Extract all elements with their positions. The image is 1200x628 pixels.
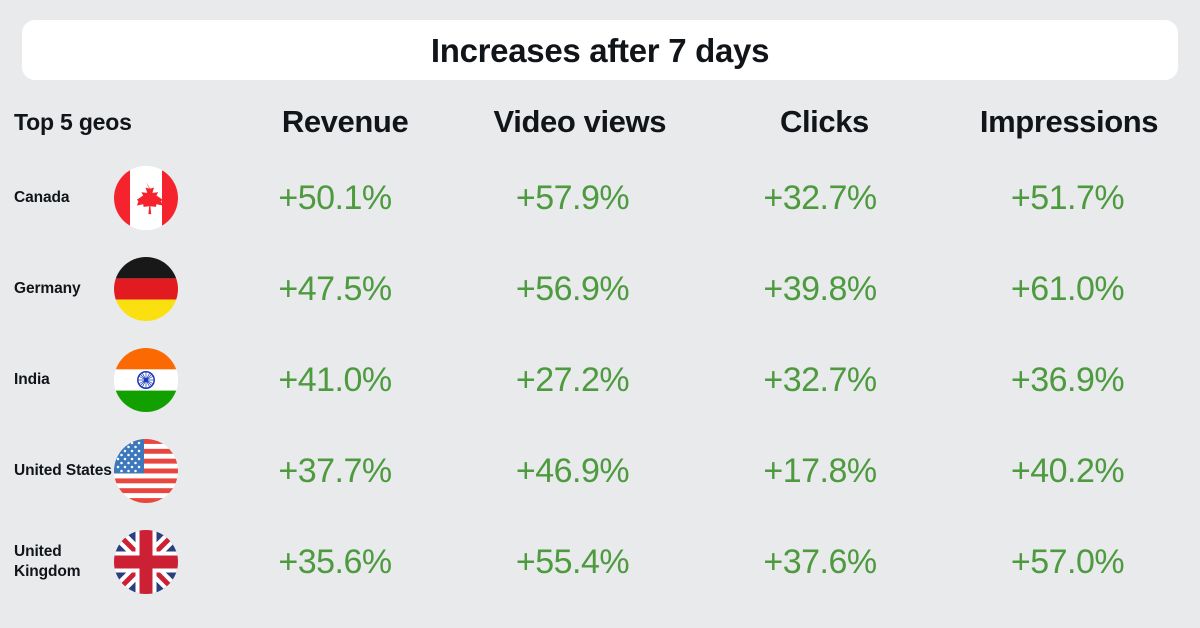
cell-revenue: +41.0% bbox=[278, 360, 392, 399]
geo-label: United States bbox=[14, 461, 112, 479]
cell-video-views: +55.4% bbox=[515, 542, 630, 581]
table-header-row: Top 5 geos Revenue Video views Clicks Im… bbox=[0, 92, 1200, 152]
cell-impressions: +51.7% bbox=[1010, 178, 1125, 217]
geo-label: India bbox=[14, 370, 50, 388]
cell-revenue: +35.6% bbox=[278, 542, 392, 581]
geo-cell: Canada bbox=[0, 152, 230, 243]
cell-clicks: +17.8% bbox=[763, 451, 877, 490]
table-row: India +41.0% +27.2% +32.7% +36.9% bbox=[0, 334, 1200, 425]
table-row: Canada +50.1% +57.9% +32.7% +51.7% bbox=[0, 152, 1200, 243]
cell-video-views: +46.9% bbox=[515, 451, 630, 490]
title-banner: Increases after 7 days bbox=[22, 20, 1178, 80]
column-header-geo: Top 5 geos bbox=[14, 108, 132, 135]
column-header-revenue: Revenue bbox=[281, 104, 409, 139]
geo-label: Canada bbox=[14, 188, 70, 206]
table-row: United States +37.7% +46.9% +17.8% +40.2… bbox=[0, 425, 1200, 516]
cell-revenue: +50.1% bbox=[278, 178, 392, 217]
page-title: Increases after 7 days bbox=[430, 31, 770, 69]
flag-united-states-icon bbox=[114, 438, 178, 503]
cell-impressions: +36.9% bbox=[1010, 360, 1125, 399]
cell-video-views: +27.2% bbox=[515, 360, 630, 399]
cell-revenue: +37.7% bbox=[278, 451, 392, 490]
table-row: United Kingdom +35.6% +55.4% +37.6% +57.… bbox=[0, 516, 1200, 607]
cell-video-views: +57.9% bbox=[515, 178, 630, 217]
column-header-clicks: Clicks bbox=[779, 104, 869, 139]
flag-india-icon bbox=[114, 347, 178, 412]
cell-clicks: +37.6% bbox=[763, 542, 877, 581]
flag-germany-icon bbox=[114, 256, 178, 321]
column-header-video-views: Video views bbox=[493, 104, 667, 139]
cell-revenue: +47.5% bbox=[278, 269, 392, 308]
cell-clicks: +32.7% bbox=[763, 360, 877, 399]
geo-cell: India bbox=[0, 334, 230, 425]
column-header-impressions: Impressions bbox=[979, 104, 1159, 139]
cell-impressions: +57.0% bbox=[1010, 542, 1125, 581]
geo-cell: United Kingdom bbox=[0, 516, 230, 607]
cell-impressions: +61.0% bbox=[1010, 269, 1125, 308]
geo-label: United Kingdom bbox=[14, 542, 81, 580]
table-row: Germany +47.5% +56.9% +39.8% +61.0% bbox=[0, 243, 1200, 334]
cell-impressions: +40.2% bbox=[1010, 451, 1125, 490]
geo-metrics-table: Top 5 geos Revenue Video views Clicks Im… bbox=[0, 92, 1200, 607]
geo-cell: United States bbox=[0, 425, 230, 516]
geo-cell: Germany bbox=[0, 243, 230, 334]
flag-united-kingdom-icon bbox=[114, 529, 178, 594]
cell-clicks: +32.7% bbox=[763, 178, 877, 217]
cell-video-views: +56.9% bbox=[515, 269, 630, 308]
geo-label: Germany bbox=[14, 279, 81, 297]
flag-canada-icon bbox=[114, 165, 178, 230]
cell-clicks: +39.8% bbox=[763, 269, 877, 308]
